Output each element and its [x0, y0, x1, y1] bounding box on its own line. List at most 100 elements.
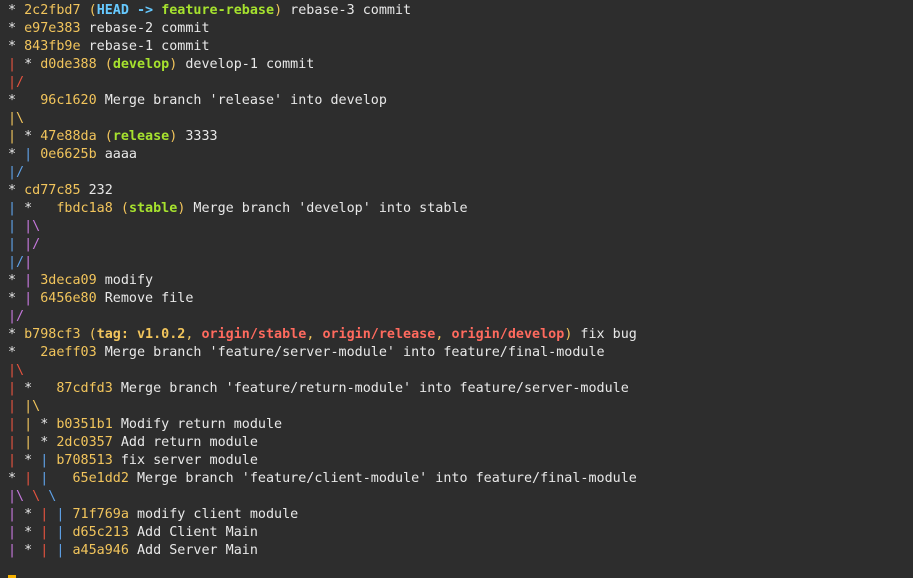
- log-segment: ,: [306, 327, 323, 342]
- log-line: | |\: [8, 218, 913, 236]
- log-segment: |/: [8, 165, 25, 180]
- log-line: * 2c2fbd7 (HEAD -> feature-rebase) rebas…: [8, 2, 913, 20]
- log-segment: d0de388: [40, 57, 97, 72]
- log-segment: \: [40, 489, 57, 504]
- log-line: | * fbdc1a8 (stable) Merge branch 'devel…: [8, 200, 913, 218]
- log-line: | |\: [8, 398, 913, 416]
- log-segment: |: [8, 507, 25, 522]
- log-segment: *: [8, 183, 25, 198]
- log-segment: *: [24, 507, 41, 522]
- log-segment: 87cdfd3: [56, 381, 113, 396]
- log-line: * 2aeff03 Merge branch 'feature/server-m…: [8, 344, 913, 362]
- log-line: * | 0e6625b aaaa: [8, 146, 913, 164]
- log-segment: 2aeff03: [40, 345, 97, 360]
- log-segment: develop-1 commit: [177, 57, 315, 72]
- log-line: | * | | 71f769a modify client module: [8, 506, 913, 524]
- log-segment: |: [8, 219, 25, 234]
- log-segment: |: [8, 525, 25, 540]
- log-segment: |/: [8, 255, 25, 270]
- log-segment: Remove file: [96, 291, 194, 306]
- log-segment: |/: [8, 75, 25, 90]
- git-log-output: * 2c2fbd7 (HEAD -> feature-rebase) rebas…: [8, 2, 913, 560]
- log-segment: Modify return module: [112, 417, 283, 432]
- log-line: * e97e383 rebase-2 commit: [8, 20, 913, 38]
- log-line: | * d0de388 (develop) develop-1 commit: [8, 56, 913, 74]
- log-segment: |: [24, 435, 41, 450]
- log-line: |/: [8, 164, 913, 182]
- log-segment: 47e88da: [40, 129, 97, 144]
- log-segment: *: [24, 381, 57, 396]
- log-segment: *: [8, 21, 25, 36]
- log-segment: 232: [80, 183, 113, 198]
- log-segment: |: [40, 525, 57, 540]
- log-segment: Merge branch 'develop' into stable: [185, 201, 468, 216]
- log-segment: |\: [8, 363, 25, 378]
- log-segment: |: [24, 417, 41, 432]
- log-segment: b0351b1: [56, 417, 113, 432]
- log-segment: |: [56, 507, 73, 522]
- log-segment: |: [8, 543, 25, 558]
- log-segment: release: [112, 129, 170, 144]
- log-segment: *: [8, 39, 25, 54]
- log-segment: 3333: [177, 129, 218, 144]
- log-segment: *: [24, 129, 41, 144]
- log-segment: Merge branch 'feature/client-module' int…: [128, 471, 637, 486]
- log-segment: 3deca09: [40, 273, 97, 288]
- log-segment: Merge branch 'feature/return-module' int…: [112, 381, 629, 396]
- log-segment: *: [8, 273, 25, 288]
- log-segment: *: [24, 57, 41, 72]
- log-segment: rebase-3 commit: [282, 3, 412, 18]
- log-segment: *: [40, 417, 57, 432]
- log-line: * b798cf3 (tag: v1.0.2, origin/stable, o…: [8, 326, 913, 344]
- log-segment: |: [24, 273, 41, 288]
- log-segment: cd77c85: [24, 183, 81, 198]
- log-segment: |: [24, 147, 41, 162]
- log-segment: Merge branch 'feature/server-module' int…: [96, 345, 605, 360]
- log-line: | * | b708513 fix server module: [8, 452, 913, 470]
- log-segment: stable: [128, 201, 178, 216]
- log-segment: *: [24, 201, 57, 216]
- log-segment: |: [8, 57, 25, 72]
- log-segment: fix bug: [572, 327, 637, 342]
- log-segment: |: [56, 543, 73, 558]
- log-segment: *: [8, 345, 41, 360]
- log-segment: aaaa: [96, 147, 137, 162]
- log-segment: ,: [435, 327, 452, 342]
- log-segment: *: [8, 471, 25, 486]
- log-segment: Add Client Main: [128, 525, 258, 540]
- log-segment: |: [40, 471, 73, 486]
- cursor-line: [8, 560, 913, 578]
- log-segment: a45a946: [72, 543, 129, 558]
- log-line: | * | | a45a946 Add Server Main: [8, 542, 913, 560]
- log-segment: origin/stable: [201, 327, 307, 342]
- log-line: | |/: [8, 236, 913, 254]
- log-segment: feature-rebase: [161, 3, 275, 18]
- log-line: | * 47e88da (release) 3333: [8, 128, 913, 146]
- log-segment: |\: [24, 219, 41, 234]
- log-segment: rebase-2 commit: [80, 21, 210, 36]
- log-segment: tag: v1.0.2: [96, 327, 186, 342]
- log-segment: ): [274, 3, 283, 18]
- log-segment: Add return module: [112, 435, 258, 450]
- log-line: | * 87cdfd3 Merge branch 'feature/return…: [8, 380, 913, 398]
- log-segment: |\: [8, 111, 25, 126]
- log-line: | | * b0351b1 Modify return module: [8, 416, 913, 434]
- log-segment: ,: [185, 327, 202, 342]
- log-line: |/: [8, 74, 913, 92]
- log-segment: |: [40, 453, 57, 468]
- log-segment: |: [24, 255, 33, 270]
- log-segment: *: [8, 291, 25, 306]
- log-line: |\: [8, 110, 913, 128]
- terminal-window[interactable]: * 2c2fbd7 (HEAD -> feature-rebase) rebas…: [0, 0, 913, 578]
- log-segment: 2c2fbd7: [24, 3, 81, 18]
- log-line: |\ \ \: [8, 488, 913, 506]
- log-segment: |: [40, 543, 57, 558]
- log-segment: *: [24, 543, 41, 558]
- log-segment: 65e1dd2: [72, 471, 129, 486]
- log-segment: *: [24, 525, 41, 540]
- log-segment: b708513: [56, 453, 113, 468]
- log-segment: *: [8, 3, 25, 18]
- log-segment: b798cf3: [24, 327, 81, 342]
- log-segment: (: [80, 327, 97, 342]
- log-segment: rebase-1 commit: [80, 39, 210, 54]
